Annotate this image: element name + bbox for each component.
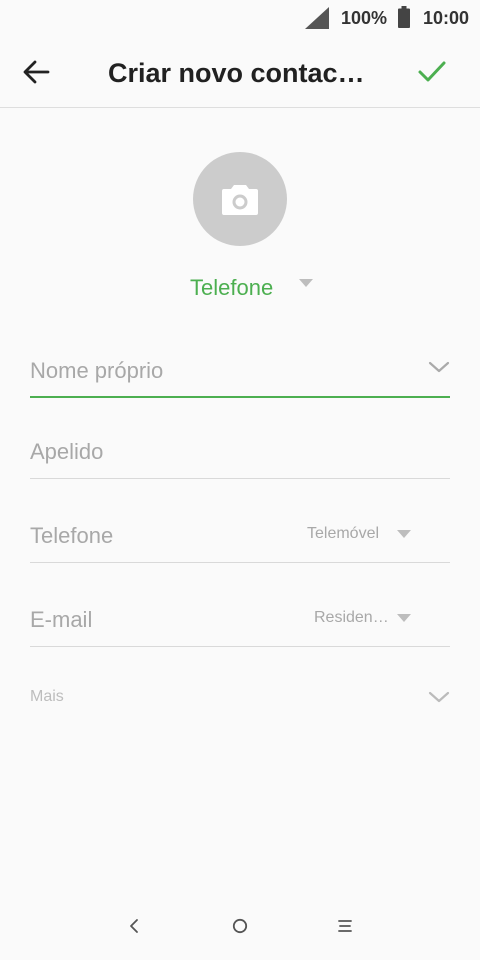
phone-placeholder: Telefone <box>30 523 114 548</box>
page-title: Criar novo contac… <box>108 58 365 88</box>
first-name-placeholder: Nome próprio <box>30 358 164 383</box>
navigation-bar <box>0 900 480 960</box>
more-fields-toggle[interactable]: Mais <box>30 684 450 712</box>
status-bar: 100% 10:00 <box>0 0 480 36</box>
clock: 10:00 <box>423 8 470 28</box>
add-photo-button[interactable] <box>193 152 287 246</box>
last-name-field[interactable]: Apelido <box>30 428 450 479</box>
last-name-placeholder: Apelido <box>30 439 104 464</box>
back-nav-icon[interactable] <box>124 916 144 936</box>
dropdown-caret-icon <box>299 279 313 287</box>
chevron-down-icon <box>428 691 450 703</box>
dropdown-caret-icon <box>397 614 411 622</box>
phone-type-selector[interactable]: Telemóvel <box>307 525 379 543</box>
phone-field[interactable]: Telefone Telemóvel <box>30 512 450 563</box>
battery-icon <box>398 6 410 28</box>
back-arrow-icon[interactable] <box>18 54 54 90</box>
app-bar: Criar novo contac… <box>0 36 480 108</box>
chevron-down-icon[interactable] <box>428 360 450 374</box>
menu-nav-icon[interactable] <box>335 916 355 936</box>
account-label: Telefone <box>190 275 274 300</box>
first-name-field[interactable]: Nome próprio <box>30 345 450 398</box>
checkmark-icon[interactable] <box>412 54 452 90</box>
email-placeholder: E-mail <box>30 607 93 632</box>
more-label: Mais <box>30 688 64 705</box>
signal-icon <box>305 7 329 29</box>
email-field[interactable]: E-mail Residen… <box>30 596 450 647</box>
account-selector[interactable]: Telefone <box>190 275 330 305</box>
battery-percent: 100% <box>341 8 388 28</box>
email-type-selector[interactable]: Residen… <box>314 609 389 627</box>
camera-icon <box>222 185 258 215</box>
dropdown-caret-icon <box>397 530 411 538</box>
home-nav-icon[interactable] <box>230 916 250 936</box>
